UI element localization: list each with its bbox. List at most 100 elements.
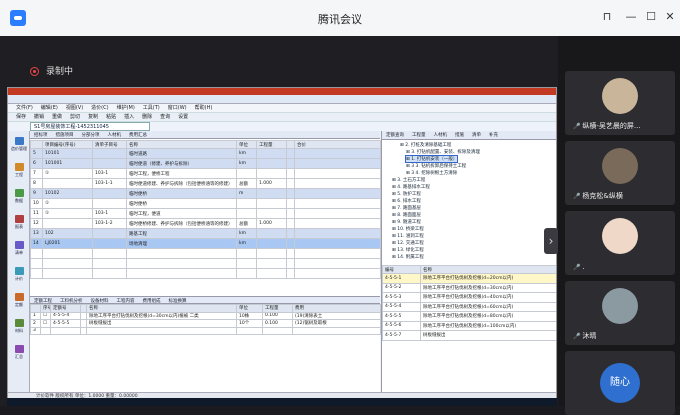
tree-node[interactable]: ⊞ 4. 路基排水工程	[392, 184, 430, 190]
left-nav-item[interactable]: 汇总	[11, 345, 27, 360]
participant-name: 🎤 .	[573, 263, 585, 271]
tree-node[interactable]: ⊞ 1. 打钻机安装（一般）	[404, 155, 459, 163]
toolbar-button[interactable]: 剪切	[70, 113, 80, 122]
left-nav-item[interactable]: 数据	[11, 189, 27, 204]
menu-item[interactable]: 工具(T)	[143, 104, 160, 113]
grid-cell: 总额	[236, 218, 257, 229]
table-row[interactable]: 6 101001 临时便道（修建、养护与拆除） km	[30, 158, 381, 169]
toolbar-button[interactable]: 保存	[16, 113, 26, 122]
table-row[interactable]: 3	[30, 326, 381, 335]
table-row[interactable]: 11 ① 103-1 临时工程，便道	[30, 208, 381, 219]
list-item[interactable]: 4-5-5-5 除地工序平台打钻伐树及挖根(d=80cm以内)	[382, 311, 556, 322]
left-nav-item[interactable]: 造价管理	[11, 137, 27, 152]
minimize-button[interactable]: —	[622, 8, 640, 26]
list-item[interactable]: 4-5-5-7 树板缝拔出	[382, 330, 556, 341]
sub-header-cell: 序号	[40, 304, 51, 313]
participant-tile[interactable]: 🎤 杨克松&纵横	[565, 141, 675, 205]
tree-node[interactable]: ⊞ 10. 桥梁工程	[392, 226, 424, 232]
table-row[interactable]: 5 10101 临时道路 km	[30, 148, 381, 159]
table-row[interactable]: 8 103-1-1 临时便道修建、养护与拆除（包括便桥涵等的修建） 总额 1.000	[30, 178, 381, 189]
toolbar-button[interactable]: 删除	[142, 113, 152, 122]
expand-chevron-icon[interactable]: ›	[544, 228, 558, 254]
menu-item[interactable]: 帮助(H)	[195, 104, 213, 113]
left-nav-item[interactable]: 报表	[11, 215, 27, 230]
table-row[interactable]: 14 LJ0201 场地清理 km	[30, 238, 381, 249]
left-nav-item[interactable]: 定额	[11, 293, 27, 308]
menu-item[interactable]: 维护(M)	[117, 104, 135, 113]
grid-header-cell: 项目编号(序号)	[42, 140, 93, 149]
menu-item[interactable]: 窗口(W)	[168, 104, 187, 113]
table-row[interactable]: 10 ① 临时便桥	[30, 198, 381, 209]
participant-tile[interactable]: 🎤 沐晴	[565, 281, 675, 345]
table-row[interactable]: 7 ① 103-1 临时工程，便桥工程	[30, 168, 381, 179]
tree-node[interactable]: ⊞ 13. 绿化工程	[392, 247, 424, 253]
grid-cell	[236, 248, 257, 259]
table-row[interactable]: 1 ☐ 4-5-5-4 除地工序平台打钻伐树及挖根(d=30cm以内)植被 二类 10株…	[30, 311, 381, 320]
menu-item[interactable]: 文件(F)	[16, 104, 33, 113]
grid-cell: ①	[42, 208, 93, 219]
toolbar-button[interactable]: 重做	[52, 113, 62, 122]
right-tab[interactable]: 措施	[451, 132, 468, 140]
grid-cell: 103-1-2	[92, 218, 127, 229]
toolbar-button[interactable]: 插入	[124, 113, 134, 122]
pin-icon[interactable]: ⊓	[598, 8, 616, 26]
maximize-button[interactable]: ☐	[642, 8, 660, 26]
tree-node[interactable]: ⊞ 3 3. 钻机拆卸后保持土工程	[406, 163, 466, 169]
grid-cell	[294, 268, 381, 279]
table-row[interactable]: 2 ☐ 4-5-5-5 树板缝拔出 10个 0.100 (12)锯树及取根	[30, 319, 381, 328]
main-tab[interactable]: 人材机	[104, 132, 126, 140]
tree-node[interactable]: ⊞ 3 4. 挖除树根土方清除	[406, 170, 457, 176]
right-tab[interactable]: 人材机	[430, 132, 452, 140]
grid-cell	[92, 268, 127, 279]
tree-node[interactable]: ⊞ 5. 防护工程	[392, 191, 421, 197]
file-tab[interactable]: S1号房屋装饰工程-1452311045	[30, 122, 150, 131]
tree-node[interactable]: ⊞ 12. 交通工程	[392, 240, 424, 246]
list-item[interactable]: 4-5-5-1 除地工序平台打钻伐树及挖根(d=20cm以内)	[382, 273, 556, 284]
menu-item[interactable]: 编辑(E)	[41, 104, 58, 113]
list-item[interactable]: 4-5-5-6 除地工序平台打钻伐树及挖根(d=100cm以内)	[382, 320, 556, 331]
table-row[interactable]: 9 10102 临时便桥 m	[30, 188, 381, 199]
tree-node[interactable]: ⊞ 3. 土石方工程	[392, 177, 425, 183]
table-row[interactable]: 12 103-1-2 临时便桥修建、养护与拆除（包括便桥涵等的修建） 总额 1.000	[30, 218, 381, 229]
main-tab[interactable]: 分部分项	[78, 132, 104, 140]
tree-node[interactable]: ⊞ 7. 路面基层	[392, 205, 421, 211]
main-tab[interactable]: 措施项目	[52, 132, 78, 140]
tree-node[interactable]: ⊞ 14. 附属工程	[392, 254, 424, 260]
menu-item[interactable]: 造价(C)	[91, 104, 108, 113]
toolbar-button[interactable]: 粘贴	[106, 113, 116, 122]
grid-cell	[256, 228, 287, 239]
right-tab[interactable]: 清单	[468, 132, 485, 140]
grid-header-cell: 工程量	[256, 140, 287, 149]
left-nav-item[interactable]: 计价	[11, 267, 27, 282]
main-tab[interactable]: 招标项	[30, 132, 52, 140]
toolbar-button[interactable]: 复制	[88, 113, 98, 122]
left-nav-item[interactable]: 清单	[11, 241, 27, 256]
toolbar-button[interactable]: 撤销	[34, 113, 44, 122]
grid-cell	[286, 198, 295, 209]
list-item[interactable]: 4-5-5-4 除地工序平台打钻伐树及挖根(d=60cm以内)	[382, 301, 556, 312]
participant-tile[interactable]: 🎤 纵横-吴艺晨的屏...	[565, 71, 675, 135]
grid-cell: m	[236, 188, 257, 199]
table-row[interactable]: 13 102 路基工程 km	[30, 228, 381, 239]
main-tab[interactable]: 费用汇总	[125, 132, 151, 140]
toolbar-button[interactable]: 查询	[160, 113, 170, 122]
tree-node[interactable]: ⊞ 2. 打桩及清除基础工程	[400, 142, 451, 148]
tree-node[interactable]: ⊞ 3. 打钻机配置、安装、拆除及清理	[406, 149, 480, 155]
close-button[interactable]: ✕	[661, 8, 679, 26]
left-nav-item[interactable]: 材料	[11, 319, 27, 334]
tree-node[interactable]: ⊞ 6. 排水工程	[392, 198, 421, 204]
participant-tile[interactable]: 随心	[565, 351, 675, 415]
grid-cell	[286, 238, 295, 249]
toolbar-button[interactable]: 设置	[178, 113, 188, 122]
participant-tile[interactable]: 🎤 .	[565, 211, 675, 275]
list-item[interactable]: 4-5-5-2 除地工序平台打钻伐树及挖根(d=30cm以内)	[382, 282, 556, 293]
left-nav-item[interactable]: 工程	[11, 163, 27, 178]
right-tab[interactable]: 定额查询	[382, 132, 408, 140]
tree-node[interactable]: ⊞ 11. 涵洞工程	[392, 233, 424, 239]
right-tab[interactable]: 补充	[485, 132, 502, 140]
tree-node[interactable]: ⊞ 9. 隧道工程	[392, 219, 421, 225]
tree-node[interactable]: ⊞ 8. 路面面层	[392, 212, 421, 218]
right-tab[interactable]: 工程量	[408, 132, 430, 140]
list-item[interactable]: 4-5-5-3 除地工序平台打钻伐树及挖根(d=40cm以内)	[382, 292, 556, 303]
menu-item[interactable]: 视图(V)	[66, 104, 83, 113]
